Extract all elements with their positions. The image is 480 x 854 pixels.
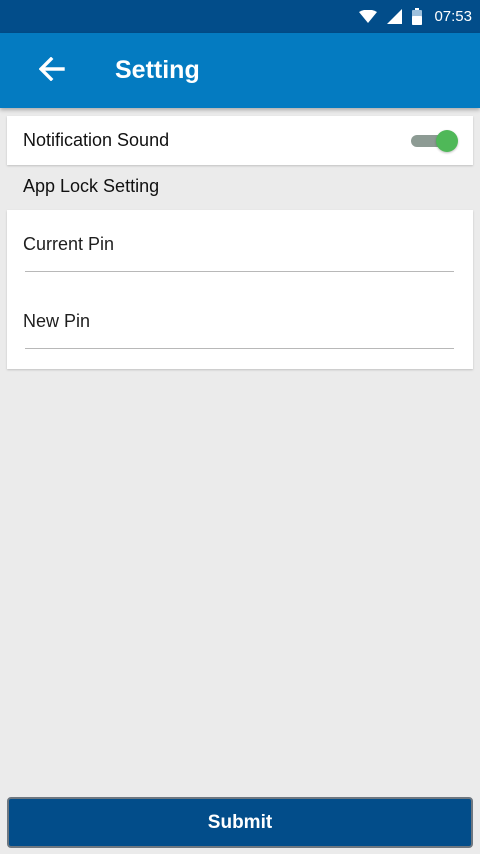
new-pin-underline bbox=[25, 348, 454, 349]
arrow-left-icon bbox=[38, 56, 65, 86]
pin-card bbox=[7, 210, 473, 369]
signal-icon bbox=[387, 9, 403, 24]
notification-sound-row: Notification Sound bbox=[7, 116, 473, 165]
current-pin-input[interactable] bbox=[23, 220, 455, 268]
battery-icon bbox=[412, 8, 423, 25]
new-pin-input[interactable] bbox=[23, 297, 455, 345]
current-pin-underline bbox=[25, 271, 454, 272]
notification-sound-label: Notification Sound bbox=[23, 130, 170, 150]
status-time: 07:53 bbox=[434, 8, 472, 25]
wifi-icon bbox=[359, 9, 378, 24]
new-pin-field bbox=[23, 297, 455, 357]
page-title: Setting bbox=[115, 56, 200, 84]
submit-button[interactable]: Submit bbox=[7, 797, 473, 848]
back-button[interactable] bbox=[28, 47, 76, 95]
app-bar: Setting bbox=[0, 33, 480, 108]
app-lock-heading: App Lock Setting bbox=[23, 176, 160, 196]
toggle-thumb bbox=[436, 130, 458, 152]
current-pin-field bbox=[23, 220, 455, 280]
status-icons: 07:53 bbox=[359, 0, 472, 33]
status-bar: 07:53 bbox=[0, 0, 480, 33]
notification-sound-toggle[interactable] bbox=[409, 129, 461, 153]
